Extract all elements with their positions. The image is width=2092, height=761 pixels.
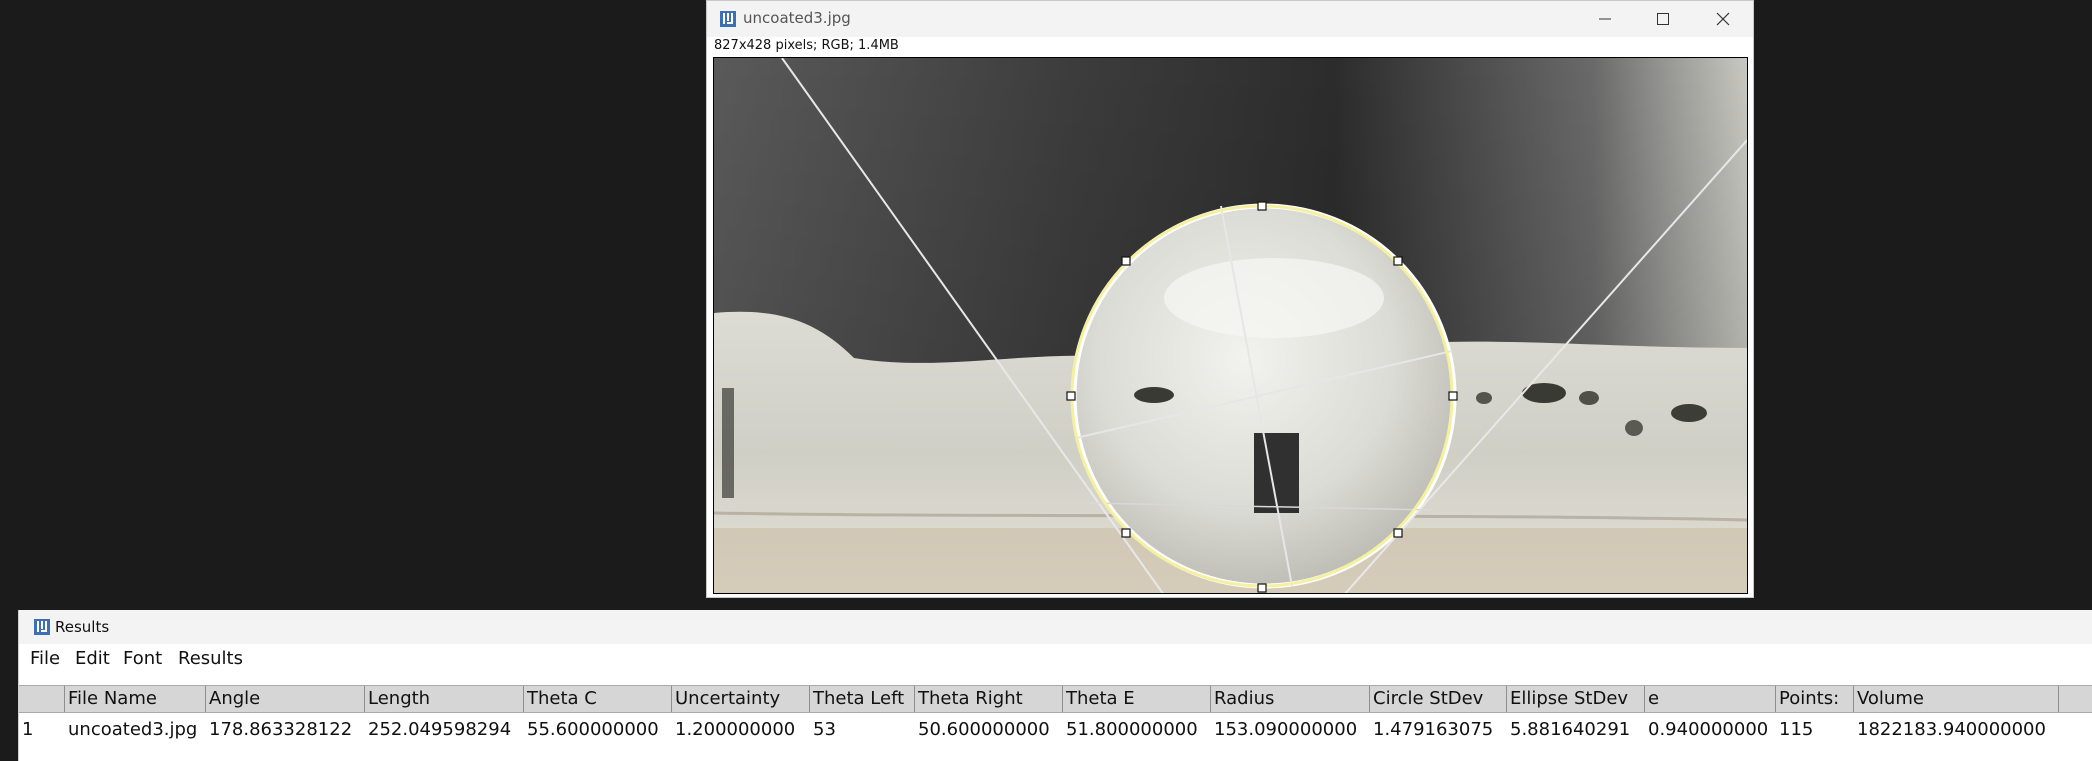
cell-angle: 178.863328122 — [209, 719, 353, 740]
results-window-titlebar[interactable]: Results — [19, 610, 2092, 644]
menu-font[interactable]: Font — [123, 648, 162, 669]
column-header-file-name[interactable]: File Name — [65, 686, 206, 712]
cell-theta-left: 53 — [813, 719, 836, 740]
column-header-uncertainty[interactable]: Uncertainty — [672, 686, 810, 712]
maximize-icon — [1657, 13, 1669, 25]
cell-volume: 1822183.940000000 — [1857, 719, 2046, 740]
column-header-points[interactable]: Points: — [1776, 686, 1854, 712]
cell-uncertainty: 1.200000000 — [675, 719, 796, 740]
image-window-titlebar[interactable]: uncoated3.jpg — [707, 1, 1753, 37]
column-header-circle-stdev[interactable]: Circle StDev — [1370, 686, 1507, 712]
menu-edit[interactable]: Edit — [75, 648, 110, 669]
close-button[interactable] — [1703, 5, 1743, 33]
image-info-text: 827x428 pixels; RGB; 1.4MB — [714, 38, 899, 53]
results-window-title: Results — [55, 618, 110, 636]
column-header-radius[interactable]: Radius — [1211, 686, 1370, 712]
minimize-button[interactable] — [1585, 5, 1625, 33]
column-header-theta-e[interactable]: Theta E — [1063, 686, 1211, 712]
column-header-length[interactable]: Length — [365, 686, 524, 712]
droplet-photo — [714, 58, 1747, 593]
column-header-theta-c[interactable]: Theta C — [524, 686, 672, 712]
cell-e: 0.940000000 — [1648, 719, 1769, 740]
cell-length: 252.049598294 — [368, 719, 512, 740]
column-header-theta-right[interactable]: Theta Right — [915, 686, 1063, 712]
cell-file-name: uncoated3.jpg — [68, 719, 198, 740]
image-window-title: uncoated3.jpg — [743, 9, 851, 27]
cell-index: 1 — [22, 719, 34, 740]
column-header-index[interactable] — [19, 686, 65, 712]
cell-theta-right: 50.600000000 — [918, 719, 1050, 740]
column-header-angle[interactable]: Angle — [206, 686, 365, 712]
image-window: uncoated3.jpg 827x428 pixels; RGB; 1.4MB — [706, 0, 1754, 598]
cell-circle-stdev: 1.479163075 — [1373, 719, 1494, 740]
maximize-button[interactable] — [1643, 5, 1683, 33]
results-menubar — [19, 644, 2092, 672]
minimize-icon — [1599, 18, 1611, 20]
imagej-app-icon — [34, 619, 50, 635]
image-canvas[interactable] — [713, 57, 1748, 594]
column-header-ellipse-stdev[interactable]: Ellipse StDev — [1507, 686, 1645, 712]
cell-ellipse-stdev: 5.881640291 — [1510, 719, 1631, 740]
column-header-volume[interactable]: Volume — [1854, 686, 2059, 712]
cell-theta-c: 55.600000000 — [527, 719, 659, 740]
menu-file[interactable]: File — [30, 648, 60, 669]
cell-points: 115 — [1779, 719, 1814, 740]
menu-results[interactable]: Results — [178, 648, 243, 669]
table-header-row: File Name Angle Length Theta C Uncertain… — [19, 685, 2092, 713]
results-table[interactable]: File Name Angle Length Theta C Uncertain… — [19, 674, 2092, 761]
imagej-app-icon — [720, 11, 736, 27]
close-icon — [1716, 12, 1730, 26]
results-window: Results File Edit Font Results File Name… — [18, 610, 2092, 761]
column-header-theta-left[interactable]: Theta Left — [810, 686, 915, 712]
cell-theta-e: 51.800000000 — [1066, 719, 1198, 740]
column-header-e[interactable]: e — [1645, 686, 1776, 712]
cell-radius: 153.090000000 — [1214, 719, 1358, 740]
